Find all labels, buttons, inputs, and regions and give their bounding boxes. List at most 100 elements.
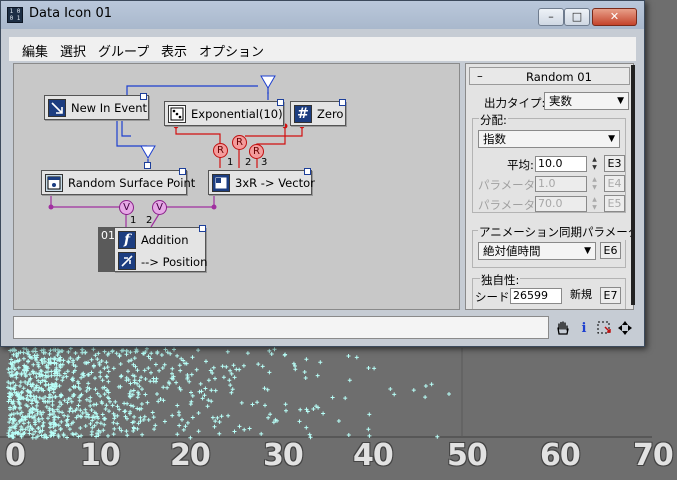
vector-port-v2[interactable]: V xyxy=(152,200,167,215)
particle xyxy=(146,417,151,422)
particle xyxy=(228,383,233,388)
particle xyxy=(132,378,137,383)
particle xyxy=(242,427,247,432)
particle xyxy=(91,347,96,352)
particle xyxy=(100,412,105,417)
particle xyxy=(196,411,201,415)
param3-spinner[interactable]: ▲ ▼ xyxy=(590,196,599,212)
particle xyxy=(241,363,246,368)
node-tab xyxy=(199,225,206,232)
distribution-dropdown[interactable]: 指数 ▼ xyxy=(478,130,620,148)
particle xyxy=(135,406,140,411)
node-graph-canvas[interactable]: R R R V V New In Event Exponential(10) #… xyxy=(13,63,460,310)
particle xyxy=(388,387,393,391)
particle xyxy=(343,396,348,401)
param2-field[interactable]: 1.0 xyxy=(535,176,587,192)
node-random-surface-point[interactable]: Random Surface Point xyxy=(41,170,195,195)
close-button[interactable]: ✕ xyxy=(592,8,637,26)
particle xyxy=(189,372,194,377)
output-type-dropdown[interactable]: 実数 ▼ xyxy=(544,92,629,110)
move-icon[interactable] xyxy=(616,320,634,338)
particle xyxy=(40,416,45,421)
particle xyxy=(199,389,204,394)
title-bar[interactable]: 1 00 1 Data Icon 01 – □ ✕ xyxy=(1,1,644,29)
anim-e6-button[interactable]: E6 xyxy=(600,242,621,259)
particle xyxy=(259,431,264,436)
particle xyxy=(149,370,153,375)
particle xyxy=(104,360,109,365)
menu-group[interactable]: グループ xyxy=(98,41,149,60)
info-icon[interactable]: i xyxy=(575,320,593,338)
random-port-r1[interactable]: R xyxy=(232,135,247,150)
new-seed-button[interactable]: 新規 xyxy=(566,287,596,304)
node-position-label: --> Position xyxy=(141,255,208,269)
particle xyxy=(217,420,222,424)
particle xyxy=(95,357,100,362)
node-3xr-vector[interactable]: 3xR -> Vector xyxy=(208,170,315,195)
particle xyxy=(153,423,158,428)
param2-spinner[interactable]: ▲ ▼ xyxy=(590,176,599,192)
panel-rollout-header[interactable]: – Random 01 xyxy=(469,67,630,85)
particle xyxy=(165,385,170,390)
particle xyxy=(283,352,288,357)
particle xyxy=(308,435,313,440)
axis-label-10: 10 xyxy=(80,438,121,473)
node-new-in-event-label: New In Event xyxy=(71,101,148,115)
param3-field[interactable]: 70.0 xyxy=(535,196,587,212)
particle xyxy=(107,409,111,414)
node-new-in-event[interactable]: New In Event xyxy=(44,95,149,120)
particle xyxy=(50,403,55,407)
node-tab xyxy=(339,99,346,106)
panel-scrollbar[interactable] xyxy=(631,65,635,305)
particle xyxy=(180,417,184,422)
particle xyxy=(204,359,208,364)
menu-select[interactable]: 選択 xyxy=(60,41,86,60)
node-zero[interactable]: # Zero xyxy=(290,101,346,126)
hand-pan-icon[interactable] xyxy=(554,320,572,338)
particle xyxy=(80,350,85,355)
node-addition[interactable]: f Addition --> Position xyxy=(114,227,208,272)
particle xyxy=(411,388,416,393)
particle xyxy=(124,349,129,353)
vector-port-v1[interactable]: V xyxy=(119,200,134,215)
particle xyxy=(86,381,91,386)
param3-e5-button[interactable]: E5 xyxy=(604,195,625,212)
particle xyxy=(131,404,136,409)
particle xyxy=(89,432,94,437)
particle xyxy=(256,362,261,367)
seed-field[interactable]: 26599 xyxy=(510,288,562,304)
particle xyxy=(18,380,23,385)
particle-group xyxy=(6,346,451,440)
particle xyxy=(232,375,237,380)
particle xyxy=(90,425,95,430)
status-bar xyxy=(13,316,549,339)
mean-field[interactable]: 10.0 xyxy=(535,156,587,172)
param2-e4-button[interactable]: E4 xyxy=(604,175,625,192)
menu-edit[interactable]: 編集 xyxy=(22,41,48,60)
maximize-button[interactable]: □ xyxy=(564,8,590,26)
node-zero-label: Zero xyxy=(317,107,344,121)
random-port-r2[interactable]: R xyxy=(213,143,228,158)
particle xyxy=(110,403,115,408)
particle xyxy=(93,387,98,392)
particle xyxy=(307,432,312,437)
particle xyxy=(95,391,100,396)
minimize-button[interactable]: – xyxy=(538,8,564,26)
particle xyxy=(54,377,59,382)
node-random-surface-point-label: Random Surface Point xyxy=(68,176,196,190)
particle xyxy=(269,352,274,356)
menu-view[interactable]: 表示 xyxy=(161,41,187,60)
mean-spinner[interactable]: ▲ ▼ xyxy=(590,156,599,172)
mean-e3-button[interactable]: E3 xyxy=(604,155,625,172)
node-exponential[interactable]: Exponential(10) xyxy=(164,101,284,126)
select-region-icon[interactable] xyxy=(595,320,613,338)
particle xyxy=(135,368,140,373)
particle xyxy=(159,353,164,357)
anim-sync-dropdown[interactable]: 絶対値時間 ▼ xyxy=(478,242,596,260)
particle xyxy=(213,376,217,381)
particle xyxy=(102,349,107,354)
menu-options[interactable]: オプション xyxy=(199,41,264,60)
particle xyxy=(272,347,277,352)
particle xyxy=(110,348,115,353)
seed-e7-button[interactable]: E7 xyxy=(600,287,621,304)
